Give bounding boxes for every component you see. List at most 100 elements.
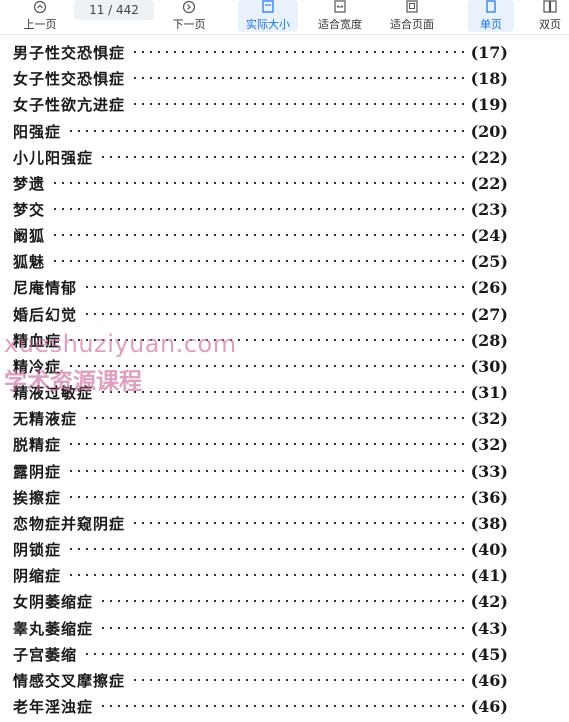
leader-dots — [67, 339, 465, 341]
toc-entry-page: (41) — [470, 565, 508, 585]
actual-size-button[interactable]: 实际大小 — [238, 0, 298, 32]
leader-dots — [99, 705, 465, 707]
arrow-down-circle-icon — [182, 0, 196, 14]
double-page-button[interactable]: 双页 — [530, 0, 569, 32]
prev-page-label: 上一页 — [23, 18, 57, 31]
toc-entry: 女子性欲亢进症 (19) — [13, 92, 513, 116]
prev-page-button[interactable]: 上一页 — [18, 0, 62, 32]
toc-entry-page: (31) — [470, 382, 508, 402]
leader-dots — [67, 365, 465, 367]
next-page-button[interactable]: 下一页 — [166, 0, 212, 32]
toc-entry-page: (38) — [470, 513, 508, 533]
fit-page-label: 适合页面 — [390, 18, 434, 31]
toc-entry-title: 尼庵情郁 — [13, 278, 78, 297]
toc-entry-page: (22) — [470, 147, 508, 167]
toc-entry-title: 阚狐 — [13, 226, 46, 245]
toc-entry-page: (32) — [470, 434, 508, 454]
toc-entry: 精冷症 (30) — [13, 354, 513, 378]
leader-dots — [83, 653, 465, 655]
toc-entry: 睾丸萎缩症 (43) — [13, 616, 513, 640]
leader-dots — [131, 77, 465, 79]
toc-entry-page: (26) — [470, 277, 508, 297]
leader-dots — [67, 470, 465, 472]
toc-entry-title: 阴锁症 — [13, 540, 62, 559]
toc-entry: 阴缩症 (41) — [13, 563, 513, 587]
toc-entry-title: 精液过敏症 — [13, 383, 94, 402]
toc-entry-title: 精冷症 — [13, 357, 62, 376]
toc-entry-page: (33) — [470, 461, 508, 481]
toc-entry-title: 阳强症 — [13, 122, 62, 141]
toc-entry: 精液过敏症 (31) — [13, 380, 513, 404]
actual-size-icon — [261, 0, 275, 14]
toc-entry-title: 女子性欲亢进症 — [13, 95, 126, 114]
leader-dots — [51, 208, 465, 210]
toc-entry: 狐魅 (25) — [13, 249, 513, 273]
next-page-label: 下一页 — [172, 18, 206, 31]
fit-width-button[interactable]: 适合宽度 — [310, 0, 370, 32]
toc-entry-page: (42) — [470, 591, 508, 611]
toc-entry: 子宫萎缩 (45) — [13, 642, 513, 666]
leader-dots — [51, 234, 465, 236]
toc-entry: 梦遗 (22) — [13, 171, 513, 195]
toc-entry-title: 老年淫浊症 — [13, 697, 94, 716]
toc-entry: 挨擦症 (36) — [13, 485, 513, 509]
arrow-up-circle-icon — [33, 0, 47, 14]
fit-page-icon — [405, 0, 419, 14]
toc-entry-title: 无精液症 — [13, 409, 78, 428]
toc-entry-page: (46) — [470, 670, 508, 690]
toc-entry: 恋物症并窥阴症 (38) — [13, 511, 513, 535]
toc-entry: 男子性交恐惧症 (17) — [13, 40, 513, 64]
toc-entry: 梦交 (23) — [13, 197, 513, 221]
toc-entry: 无精液症 (32) — [13, 406, 513, 430]
toc-entry: 婚后幻觉 (27) — [13, 302, 513, 326]
leader-dots — [99, 156, 465, 158]
fit-page-button[interactable]: 适合页面 — [382, 0, 442, 32]
leader-dots — [83, 286, 465, 288]
toc-entry: 露阴症 (33) — [13, 459, 513, 483]
leader-dots — [67, 130, 465, 132]
toc-entry: 阳强症 (20) — [13, 119, 513, 143]
toc-entry-page: (18) — [470, 68, 508, 88]
toc-entry-page: (28) — [470, 330, 508, 350]
toc-entry: 老年淫浊症 (46) — [13, 694, 513, 718]
toc-entry-page: (20) — [470, 121, 508, 141]
toc-entry-title: 梦交 — [13, 200, 46, 219]
toc-entry-page: (30) — [470, 356, 508, 376]
toc-entry: 女阴萎缩症 (42) — [13, 589, 513, 613]
toc-entry-title: 婚后幻觉 — [13, 305, 78, 324]
toc-entry: 精血症 (28) — [13, 328, 513, 352]
single-page-button[interactable]: 单页 — [468, 0, 514, 32]
toc-entry-title: 女子性交恐惧症 — [13, 69, 126, 88]
toc-entry-page: (36) — [470, 487, 508, 507]
single-page-icon — [484, 0, 498, 14]
viewer-toolbar: 上一页 11 / 442 下一页 实际大小 适合宽度 适合页面 单页 双页 — [0, 0, 569, 35]
toc-entry-page: (22) — [470, 173, 508, 193]
fit-width-icon — [333, 0, 347, 14]
double-page-icon — [543, 0, 557, 14]
toc-entry-page: (43) — [470, 618, 508, 638]
document-page: 男子性交恐惧症 (17) 女子性交恐惧症 (18) 女子性欲亢进症 (19) 阳强症 (… — [0, 40, 569, 722]
leader-dots — [67, 574, 465, 576]
leader-dots — [83, 313, 465, 315]
page-number-input[interactable]: 11 / 442 — [74, 0, 154, 20]
toc-entry-title: 恋物症并窥阴症 — [13, 514, 126, 533]
toc-entry-title: 狐魅 — [13, 252, 46, 271]
toc-entry-title: 露阴症 — [13, 462, 62, 481]
toc-entry-title: 睾丸萎缩症 — [13, 619, 94, 638]
toc-entry: 小儿阳强症 (22) — [13, 145, 513, 169]
toc-entry-title: 女阴萎缩症 — [13, 592, 94, 611]
toc-entry-title: 挨擦症 — [13, 488, 62, 507]
toc-entry-title: 梦遗 — [13, 174, 46, 193]
toc-entry-page: (24) — [470, 225, 508, 245]
leader-dots — [131, 103, 465, 105]
leader-dots — [131, 522, 465, 524]
toc-entry-title: 精血症 — [13, 331, 62, 350]
toc-entry-title: 情感交叉摩擦症 — [13, 671, 126, 690]
toc-entry: 阚狐 (24) — [13, 223, 513, 247]
toc-entry-title: 脱精症 — [13, 435, 62, 454]
leader-dots — [67, 548, 465, 550]
toc-entry: 女子性交恐惧症 (18) — [13, 66, 513, 90]
toc-entry-page: (17) — [470, 42, 508, 62]
toc-entry: 情感交叉摩擦症 (46) — [13, 668, 513, 692]
toc-entry-page: (46) — [470, 696, 508, 716]
